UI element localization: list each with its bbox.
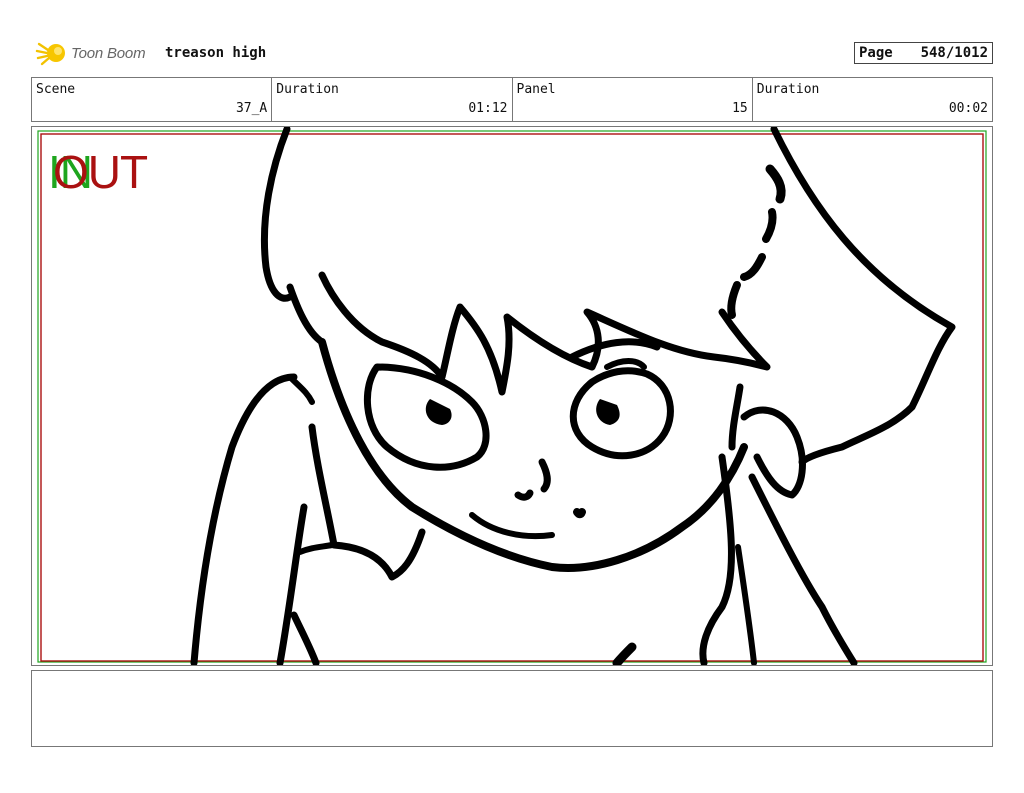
out-marker: OUT — [53, 146, 148, 198]
panel-value: 15 — [732, 101, 748, 116]
page-header: Toon Boom treason high Page 548/1012 — [31, 36, 993, 70]
panel-drawing — [37, 127, 987, 665]
scene-cell: Scene 37_A — [32, 78, 273, 121]
page-label: Page — [859, 45, 893, 61]
scene-info-table: Scene 37_A Duration 01:12 Panel 15 Durat… — [31, 77, 993, 122]
logo-text: Toon Boom — [71, 44, 146, 62]
scene-value: 37_A — [235, 101, 268, 116]
page-value: 548/1012 — [920, 45, 988, 61]
scene-label: Scene — [36, 82, 76, 97]
storyboard-panel: IN OUT — [31, 126, 993, 666]
panel-label: Panel — [516, 82, 556, 97]
sun-burst-icon — [35, 42, 65, 66]
scene-duration-cell: Duration 01:12 — [272, 78, 513, 121]
page-counter: Page 548/1012 — [854, 42, 993, 64]
camera-frame-inner — [40, 133, 984, 662]
left-pupil — [425, 399, 452, 425]
panel-notes[interactable] — [31, 670, 993, 747]
scene-duration-value: 01:12 — [468, 101, 508, 116]
project-title: treason high — [165, 45, 267, 61]
toon-boom-logo: Toon Boom — [35, 38, 146, 68]
right-pupil — [596, 399, 620, 425]
scene-duration-label: Duration — [276, 82, 339, 97]
camera-frame-outer — [37, 130, 987, 663]
panel-duration-value: 00:02 — [948, 101, 988, 116]
panel-cell: Panel 15 — [513, 78, 753, 121]
panel-duration-label: Duration — [756, 82, 820, 97]
panel-duration-cell: Duration 00:02 — [753, 78, 992, 121]
character-sketch — [190, 127, 956, 665]
